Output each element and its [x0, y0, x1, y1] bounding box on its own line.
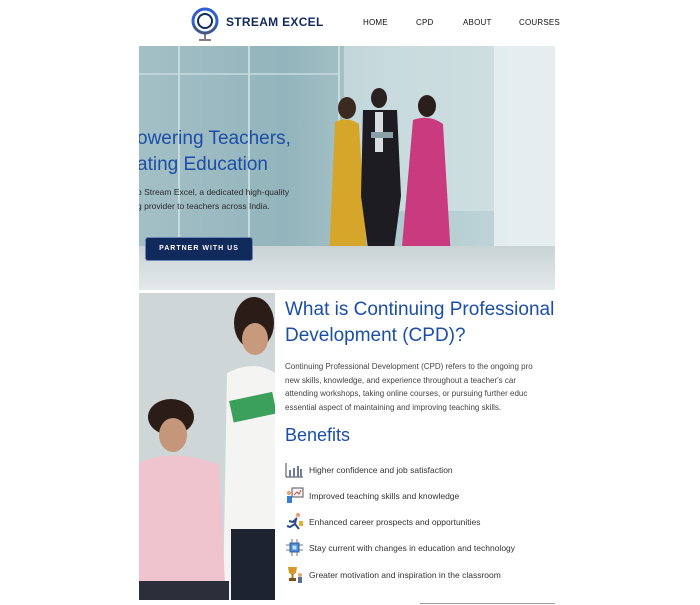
cpd-text-line-3: attending workshops, taking online cours… [285, 389, 528, 398]
teacher-board-icon [286, 487, 304, 503]
site-header: STREAM EXCEL HOME CPD ABOUT COURSES [0, 0, 700, 46]
benefit-label: Higher confidence and job satisfaction [309, 465, 453, 475]
hero-text-line-2: g provider to teachers across India. [139, 201, 270, 211]
hero-title-line-1: owering Teachers, [139, 128, 291, 149]
teachers-photo-illustration [139, 293, 275, 600]
teachers-photo [139, 293, 275, 600]
nav-courses-link[interactable]: COURSES [519, 18, 560, 27]
hero-text-line-1: o Stream Excel, a dedicated high-quality [139, 187, 290, 197]
section-divider [420, 603, 555, 604]
runner-icon [286, 512, 303, 530]
globe-logo-icon[interactable] [190, 6, 220, 42]
partner-with-us-button[interactable]: PARTNER WITH US [145, 237, 253, 261]
chip-icon [286, 539, 303, 556]
benefit-label: Greater motivation and inspiration in th… [309, 570, 501, 580]
benefit-item: Higher confidence and job satisfaction [285, 460, 555, 480]
nav-about-link[interactable]: ABOUT [463, 18, 492, 27]
cpd-heading-line-2: Development (CPD)? [285, 325, 466, 346]
hero-description: o Stream Excel, a dedicated high-quality… [139, 185, 289, 213]
cpd-description: Continuing Professional Development (CPD… [285, 360, 556, 414]
cpd-heading-line-1: What is Continuing Professional [285, 299, 555, 320]
benefit-label: Improved teaching skills and knowledge [309, 491, 460, 501]
benefit-item: Stay current with changes in education a… [285, 538, 555, 558]
cpd-text-line-1: Continuing Professional Development (CPD… [285, 362, 533, 371]
bar-chart-icon [285, 463, 303, 478]
nav-cpd-link[interactable]: CPD [416, 18, 434, 27]
benefit-label: Stay current with changes in education a… [309, 543, 516, 553]
trophy-icon [288, 567, 302, 583]
cpd-text-line-2: new skills, knowledge, and experience th… [285, 375, 516, 385]
nav-home-link[interactable]: HOME [363, 18, 388, 27]
hero-banner: owering Teachers, ating Education o Stre… [139, 46, 555, 290]
hero-title-line-2: ating Education [139, 154, 268, 175]
cpd-heading: What is Continuing Professional Developm… [285, 297, 554, 349]
benefit-item: Enhanced career prospects and opportunit… [285, 512, 555, 532]
benefit-item: Greater motivation and inspiration in th… [285, 565, 555, 585]
cpd-text-line-4: essential aspect of maintaining and impr… [285, 402, 502, 412]
benefit-item: Improved teaching skills and knowledge [285, 486, 555, 506]
hero-title: owering Teachers, ating Education [139, 126, 291, 178]
benefits-heading: Benefits [285, 425, 351, 445]
brand-name[interactable]: STREAM EXCEL [226, 15, 324, 29]
benefit-label: Enhanced career prospects and opportunit… [309, 517, 481, 527]
